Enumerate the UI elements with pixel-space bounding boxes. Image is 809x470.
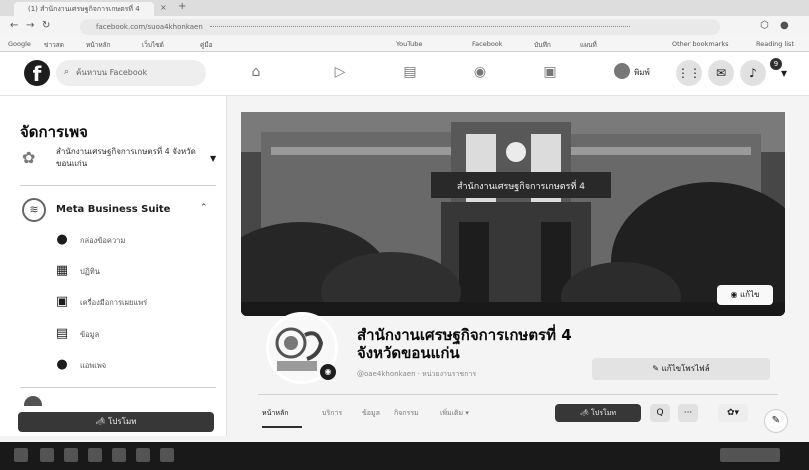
search-icon: ⌕ (64, 67, 70, 77)
page-logo-icon: ✿▾ (726, 408, 740, 418)
promote-label: โปรโมท (591, 409, 616, 417)
camera-icon[interactable]: ◉ (320, 364, 336, 380)
taskbar-app-icon[interactable] (64, 448, 78, 462)
chevron-up-icon[interactable]: ⌃ (200, 203, 208, 213)
megaphone-icon: 📣 (580, 409, 589, 417)
system-tray[interactable] (720, 448, 780, 462)
divider (258, 394, 778, 395)
apps-icon: ● (56, 357, 68, 372)
sidebar-promote-button[interactable]: 📣 โปรโมท (18, 412, 214, 432)
sidebar-item-page-apps[interactable]: แอพเพจ (80, 360, 106, 372)
edit-profile-button[interactable]: ✎ แก้ไขโพรไฟล์ (592, 358, 770, 380)
facebook-logo-icon[interactable]: f (24, 60, 50, 86)
taskbar-app-icon[interactable] (112, 448, 126, 462)
chevron-down-icon[interactable]: ▼ (210, 154, 216, 163)
forward-icon[interactable]: → (26, 20, 34, 31)
pencil-icon: ✎ (652, 364, 660, 373)
start-icon[interactable] (14, 448, 28, 462)
taskbar-app-icon[interactable] (136, 448, 150, 462)
edit-cover-label: แก้ไข (740, 290, 760, 299)
bookmark[interactable]: Google (8, 40, 31, 48)
switch-profile-button[interactable]: ✿▾ (718, 404, 748, 422)
groups-icon[interactable]: ◉ (470, 64, 490, 82)
divider (20, 185, 216, 186)
bookmark[interactable]: ข่าวสด (44, 40, 64, 50)
edit-profile-label: แก้ไขโพรไฟล์ (661, 364, 710, 373)
tab-about[interactable]: ข้อมูล (362, 408, 380, 419)
gaming-icon[interactable]: ▣ (540, 64, 560, 82)
cover-photo-image: สำนักงานเศรษฐกิจการเกษตรที่ 4 (241, 112, 785, 316)
extensions-icon[interactable]: ⬡ (760, 20, 769, 31)
home-icon[interactable]: ⌂ (246, 64, 266, 82)
tab-services[interactable]: บริการ (322, 408, 342, 419)
tab-home[interactable]: หน้าหลัก (262, 408, 288, 419)
megaphone-icon: 📣 (95, 417, 106, 426)
chat-icon: ● (56, 232, 68, 247)
meta-business-suite-icon: ≋ (22, 198, 46, 222)
bookmark[interactable]: เว็บไซต์ (142, 40, 164, 50)
sidebar-page-name[interactable]: สำนักงานเศรษฐกิจการเกษตรที่ 4 จังหวัดขอน… (56, 146, 206, 170)
page-subtitle: @oae4khonkaen · หน่วยงานราชการ (357, 370, 477, 378)
taskbar-app-icon[interactable] (88, 448, 102, 462)
bookmark[interactable]: Other bookmarks (672, 40, 729, 48)
meta-business-suite-label[interactable]: Meta Business Suite (56, 204, 170, 215)
sidebar-item-inbox[interactable]: กล่องข้อความ (80, 235, 125, 247)
taskbar-app-icon[interactable] (160, 448, 174, 462)
tab-events[interactable]: กิจกรรม (394, 408, 419, 419)
promote-button[interactable]: 📣 โปรโมท (555, 404, 641, 422)
sidebar-item-insights[interactable]: ข้อมูล (80, 329, 99, 341)
new-tab-icon[interactable]: + (178, 1, 186, 12)
tab-more[interactable]: เพิ่มเติม ▾ (440, 408, 469, 419)
sidebar-item-publishing-tools[interactable]: เครื่องมือการเผยแพร่ (80, 297, 147, 309)
url-underline (210, 26, 630, 29)
browser-tab[interactable]: (1) สำนักงานเศรษฐกิจการเกษตรที่ 4 (14, 2, 154, 16)
user-name[interactable]: พิมพ์ (634, 66, 650, 79)
tools-icon: ▣ (55, 294, 69, 309)
more-button[interactable]: ··· (678, 404, 698, 422)
bookmark[interactable]: คู่มือ (200, 40, 213, 50)
menu-grid-icon[interactable]: ⋮⋮ (676, 60, 702, 86)
insights-icon: ▤ (55, 326, 69, 341)
search-button[interactable]: Q (650, 404, 670, 422)
divider (20, 387, 216, 388)
promote-label: โปรโมท (108, 417, 137, 426)
page-logo-icon: ✿ (22, 148, 36, 167)
back-icon[interactable]: ← (10, 20, 18, 31)
bookmark[interactable]: YouTube (396, 40, 422, 48)
sidebar-item-calendar[interactable]: ปฏิทิน (80, 266, 100, 278)
active-tab-underline (262, 426, 302, 428)
camera-icon: ◉ (730, 290, 738, 299)
notifications-icon[interactable]: ♪ (740, 60, 766, 86)
compose-button[interactable]: ✎ (764, 409, 788, 433)
bookmark[interactable]: Reading list (756, 40, 794, 48)
taskbar-app-icon[interactable] (40, 448, 54, 462)
close-tab-icon[interactable]: × (160, 3, 167, 12)
marketplace-icon[interactable]: ▤ (400, 64, 420, 82)
bookmark[interactable]: บันทึก (534, 40, 551, 50)
cover-photo[interactable]: สำนักงานเศรษฐกิจการเกษตรที่ 4 (241, 112, 785, 316)
bookmark[interactable]: หน้าหลัก (86, 40, 111, 50)
calendar-icon: ▦ (55, 263, 69, 278)
messenger-icon[interactable]: ✉ (708, 60, 734, 86)
edit-cover-button[interactable]: ◉ แก้ไข (717, 285, 773, 305)
watch-icon[interactable]: ▷ (330, 64, 350, 82)
user-avatar[interactable] (614, 63, 630, 79)
bookmark[interactable]: แผนที่ (580, 40, 597, 50)
bookmark[interactable]: Facebook (472, 40, 503, 48)
profile-icon[interactable]: ● (780, 20, 789, 31)
account-menu-icon[interactable]: ▾ (774, 60, 794, 86)
facebook-search-input[interactable]: ค้นหาบน Facebook (56, 60, 206, 86)
page-title: สำนักงานเศรษฐกิจการเกษตรที่ 4 จังหวัดขอน… (357, 326, 572, 362)
sidebar-title: จัดการเพจ (20, 123, 88, 141)
reload-icon[interactable]: ↻ (42, 20, 50, 31)
